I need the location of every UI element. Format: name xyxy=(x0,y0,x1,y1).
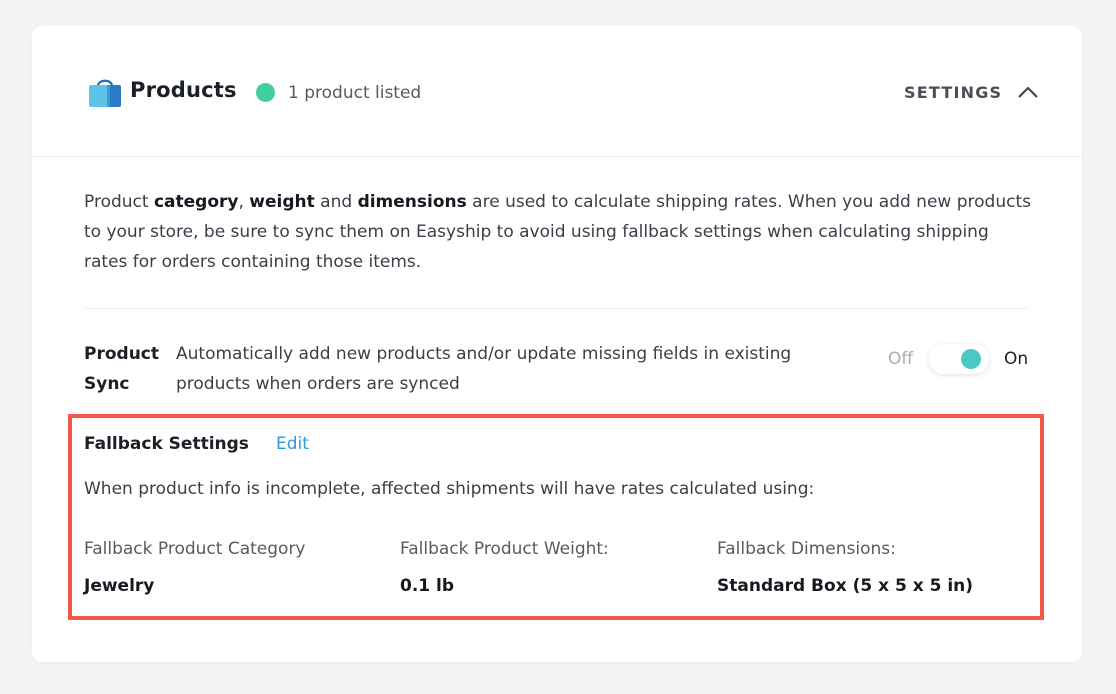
status-text: 1 product listed xyxy=(288,83,422,103)
fallback-category-column: Fallback Product Category Jewelry xyxy=(84,539,306,596)
fallback-weight-label: Fallback Product Weight: xyxy=(400,539,609,559)
fallback-category-value: Jewelry xyxy=(84,576,155,596)
product-sync-description: Automatically add new products and/or up… xyxy=(176,344,792,394)
card-header: Products 1 product listed SETTINGS xyxy=(32,26,1082,157)
toggle-knob xyxy=(961,349,981,369)
fallback-settings-title: Fallback Settings xyxy=(84,434,249,454)
intro-text: , xyxy=(238,192,250,212)
intro-keyword: dimensions xyxy=(357,192,467,212)
product-sync-title: Product Sync xyxy=(84,344,159,394)
intro-text: and xyxy=(314,192,358,212)
fallback-dimensions-column: Fallback Dimensions: Standard Box (5 x 5… xyxy=(717,539,973,596)
fallback-description: When product info is incomplete, affecte… xyxy=(84,479,815,499)
fallback-dimensions-label: Fallback Dimensions: xyxy=(717,539,896,559)
fallback-settings-section: Fallback Settings Edit When product info… xyxy=(68,414,1044,620)
page-title: Products xyxy=(130,78,237,102)
settings-label: SETTINGS xyxy=(904,82,1003,102)
fallback-dimensions-value: Standard Box (5 x 5 x 5 in) xyxy=(717,576,974,596)
intro-keyword: weight xyxy=(249,192,315,212)
status-dot-icon xyxy=(256,83,275,102)
divider xyxy=(84,308,1029,309)
intro-text: Product xyxy=(84,192,154,212)
fallback-weight-value: 0.1 lb xyxy=(400,576,455,596)
toggle-on-label: On xyxy=(1004,349,1029,369)
fallback-weight-column: Fallback Product Weight: 0.1 lb xyxy=(400,539,609,596)
chevron-up-icon xyxy=(1018,86,1038,98)
fallback-edit-link[interactable]: Edit xyxy=(276,434,309,454)
toggle-off-label: Off xyxy=(888,349,914,369)
product-sync-toggle[interactable] xyxy=(929,344,989,374)
products-card: Products 1 product listed SETTINGS Produ… xyxy=(32,26,1082,662)
shopping-bag-icon xyxy=(89,79,121,107)
intro-keyword: category xyxy=(153,192,239,212)
fallback-category-label: Fallback Product Category xyxy=(84,539,306,559)
settings-toggle-button[interactable]: SETTINGS xyxy=(904,80,1040,104)
intro-paragraph: Product category, weight and dimensions … xyxy=(84,187,1034,277)
